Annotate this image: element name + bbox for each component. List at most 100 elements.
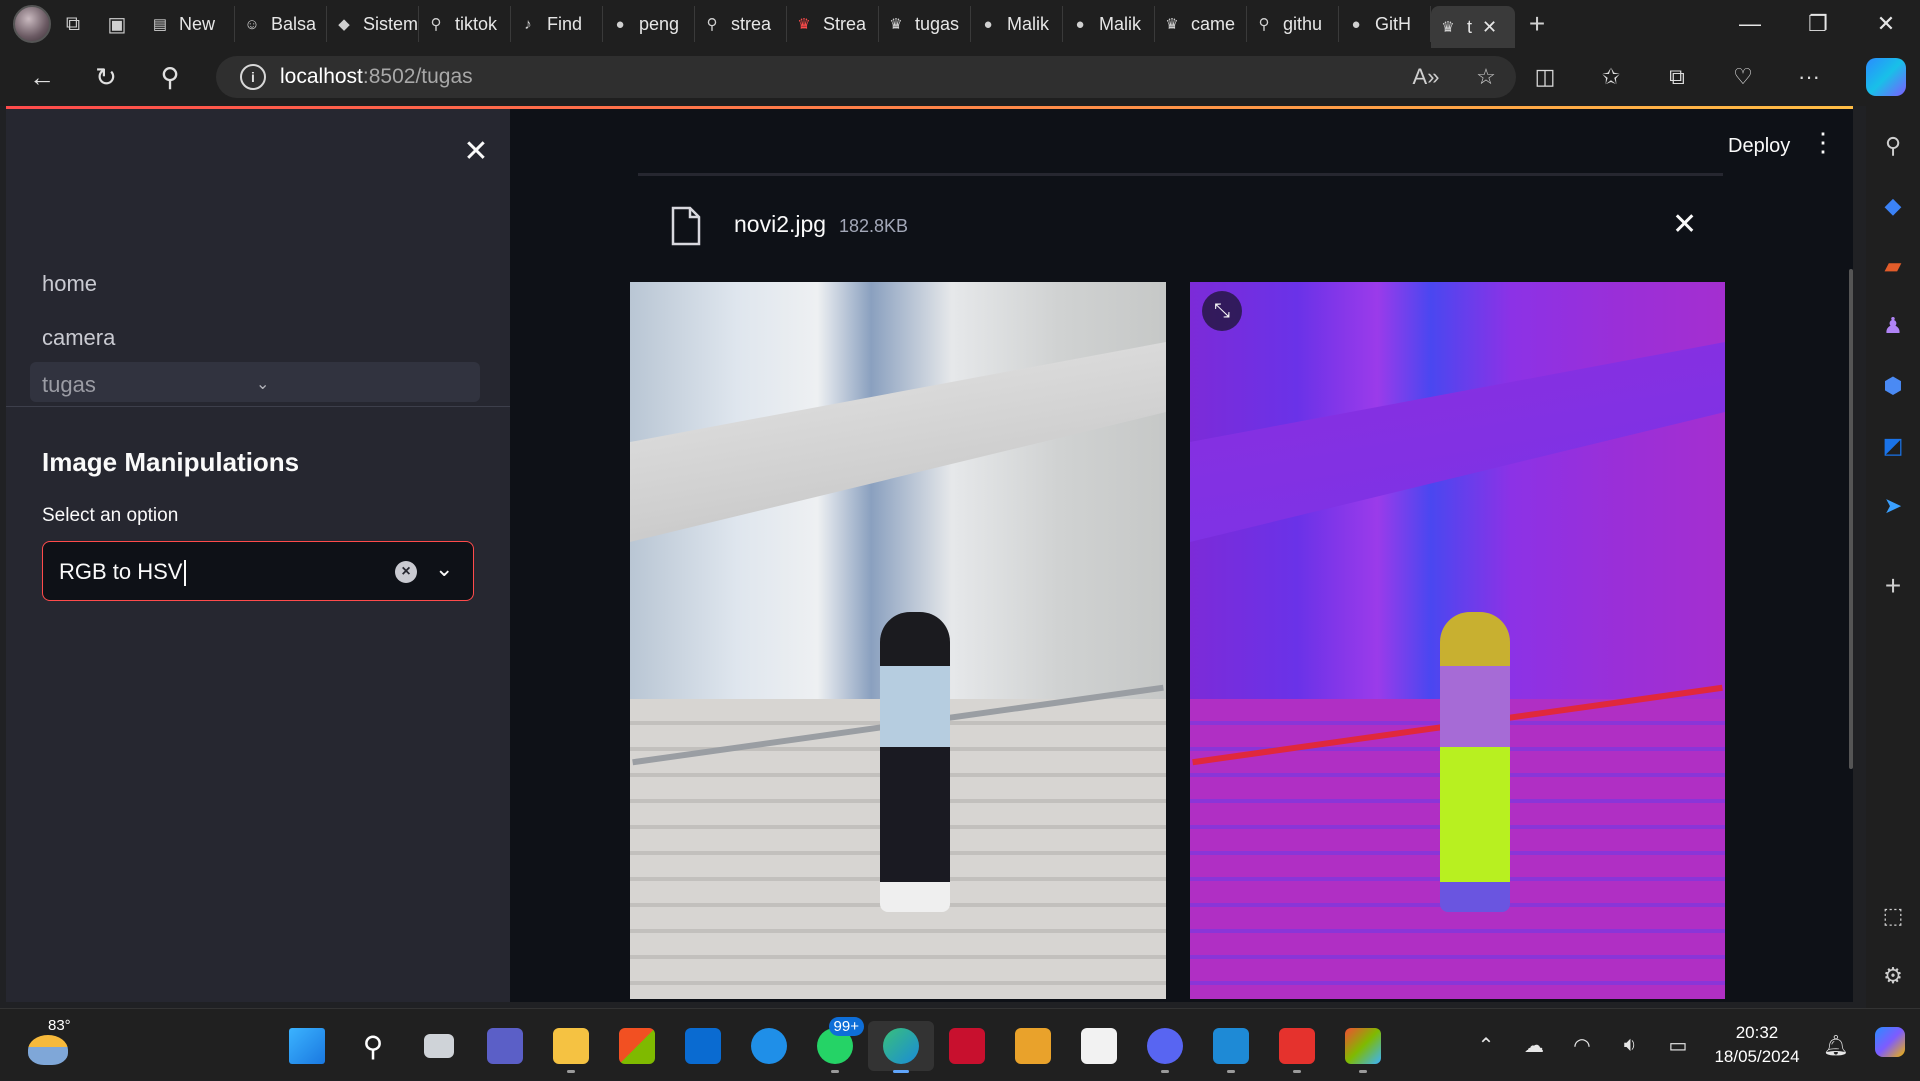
close-tab-icon[interactable]: ✕ [1482,17,1497,38]
anydesk-app[interactable] [1264,1021,1330,1073]
refresh-icon[interactable]: ↻ [74,48,138,106]
tools-icon[interactable]: ▰ [1873,246,1913,286]
address-bar[interactable]: i localhost:8502/tugas A» ☆ [216,56,1516,98]
start-button[interactable] [274,1021,340,1071]
send-icon[interactable]: ➤ [1873,486,1913,526]
task-view[interactable] [406,1021,472,1071]
uploader-divider [638,173,1723,176]
close-sidebar-icon[interactable]: ✕ [458,133,494,169]
tab-new[interactable]: ▤ New [143,6,235,42]
whatsapp-app[interactable]: 99+ [802,1017,868,1073]
tab-malik-1[interactable]: ● Malik [971,6,1063,42]
github-icon: ● [1075,15,1085,33]
workspaces-icon[interactable]: ⧉ [51,2,95,46]
discord-app[interactable] [1132,1021,1198,1073]
read-aloud-icon[interactable]: A» [1396,64,1456,90]
github-icon: ● [1351,15,1361,33]
help-app[interactable] [736,1021,802,1071]
wifi-icon[interactable]: ◠ [1558,1033,1606,1058]
store-app[interactable] [604,1021,670,1071]
vertical-tabs-icon[interactable]: ▣ [95,2,139,46]
volume-icon[interactable]: 🔉︎ [1606,1034,1654,1057]
nav-link-camera[interactable]: camera [42,325,115,351]
store-icon [619,1028,655,1064]
clear-selection-icon[interactable]: × [395,561,417,583]
favorites-icon[interactable]: ✩ [1578,64,1644,90]
tab-sistem[interactable]: ◆ Sistem [327,6,419,42]
tab-tiktok-search[interactable]: ⚲ tiktok [419,6,511,42]
site-info-icon[interactable]: i [240,64,266,90]
mcafee-app[interactable] [934,1021,1000,1071]
remove-file-icon[interactable]: ✕ [1672,207,1697,242]
clock[interactable]: 20:32 18/05/2024 [1702,1021,1812,1069]
tab-github[interactable]: ● GitH [1339,6,1431,42]
option-select[interactable]: RGB to HSV × ⌄ [42,541,474,601]
collections-icon[interactable]: ⧉ [1644,64,1710,90]
taskbar-search[interactable]: ⚲ [340,1021,406,1071]
fullscreen-expand-icon[interactable]: ⤡ [1202,291,1242,331]
git-app[interactable] [1330,1021,1396,1073]
more-menu-icon[interactable]: ··· [1776,64,1842,90]
favorite-star-icon[interactable]: ☆ [1456,64,1516,90]
address-bar-actions: A» ☆ [1396,56,1516,98]
hsv-image [1190,282,1725,999]
weather-icon[interactable] [28,1035,68,1065]
profile-avatar[interactable] [13,5,51,43]
running-indicator [1359,1070,1367,1073]
myhp-app[interactable] [670,1021,736,1071]
restore-icon[interactable]: ❐ [1784,0,1852,48]
main-menu-icon[interactable]: ⋮ [1810,127,1836,158]
tab-streamlit[interactable]: ♛ Strea [787,6,879,42]
split-screen-icon[interactable]: ◫ [1512,64,1578,90]
settings-gear-icon[interactable]: ⚙ [1873,956,1913,996]
minimize-icon[interactable]: — [1716,0,1784,48]
add-sidebar-app-icon[interactable]: + [1873,566,1913,606]
shopping-tag-icon[interactable]: ◆ [1873,186,1913,226]
tab-camera[interactable]: ♛ came [1155,6,1247,42]
edge-app[interactable] [868,1021,934,1073]
tab-tugas[interactable]: ♛ tugas [879,6,971,42]
screenshot-icon[interactable]: ⬚ [1873,896,1913,936]
uploaded-file-name: novi2.jpg [734,211,827,237]
main-scrollbar[interactable] [1849,269,1853,769]
window-controls: — ❐ ✕ [1716,0,1920,48]
github-icon: ● [615,15,625,33]
java-app[interactable] [1066,1021,1132,1071]
search-icon[interactable]: ⚲ [1873,126,1913,166]
nav-link-tugas[interactable]: tugas ⌄ [30,362,480,402]
tab-active[interactable]: ♛ t ✕ [1431,6,1515,48]
chevron-up-icon[interactable]: ⌃ [1462,1033,1510,1058]
tab-malik-2[interactable]: ● Malik [1063,6,1155,42]
shield-icon [949,1028,985,1064]
teams-app[interactable] [472,1021,538,1071]
back-icon[interactable]: ← [10,48,74,106]
system-tray: ⌃ ☁ ◠ 🔉︎ ▭ 20:32 18/05/2024 🔔︎ [1462,1009,1920,1081]
vscode-app[interactable] [1198,1021,1264,1073]
browser-essentials-icon[interactable]: ♡ [1710,64,1776,90]
active-indicator [893,1070,909,1073]
copilot-taskbar-icon[interactable] [1860,1027,1920,1063]
copilot-icon[interactable] [1866,58,1906,96]
close-window-icon[interactable]: ✕ [1852,0,1920,48]
nav-link-home[interactable]: home [42,271,97,297]
edge-sidebar: ⚲ ◆ ▰ ♟ ⬢ ◩ ➤ + ⬚ ⚙ [1866,106,1920,1008]
microsoft365-icon[interactable]: ⬢ [1873,366,1913,406]
deploy-button[interactable]: Deploy [1720,129,1798,164]
notification-bell-icon[interactable]: 🔔︎ [1812,1033,1860,1058]
file-explorer-app[interactable] [538,1021,604,1073]
search-icon[interactable]: ⚲ [138,48,202,106]
onedrive-icon[interactable]: ☁ [1510,1033,1558,1058]
tab-peng[interactable]: ● peng [603,6,695,42]
snip-app[interactable] [1000,1021,1066,1071]
new-tab-plus-icon[interactable]: + [1515,2,1559,46]
tab-github-search[interactable]: ⚲ githu [1247,6,1339,42]
folder-icon [553,1028,589,1064]
outlook-icon[interactable]: ◩ [1873,426,1913,466]
chevron-down-icon[interactable]: ⌄ [256,374,269,394]
tab-strea-search[interactable]: ⚲ strea [695,6,787,42]
battery-icon[interactable]: ▭ [1654,1033,1702,1058]
tab-find[interactable]: ♪ Find [511,6,603,42]
games-icon[interactable]: ♟ [1873,306,1913,346]
tab-balsa[interactable]: ☺ Balsa [235,6,327,42]
chevron-down-icon[interactable]: ⌄ [435,556,453,582]
